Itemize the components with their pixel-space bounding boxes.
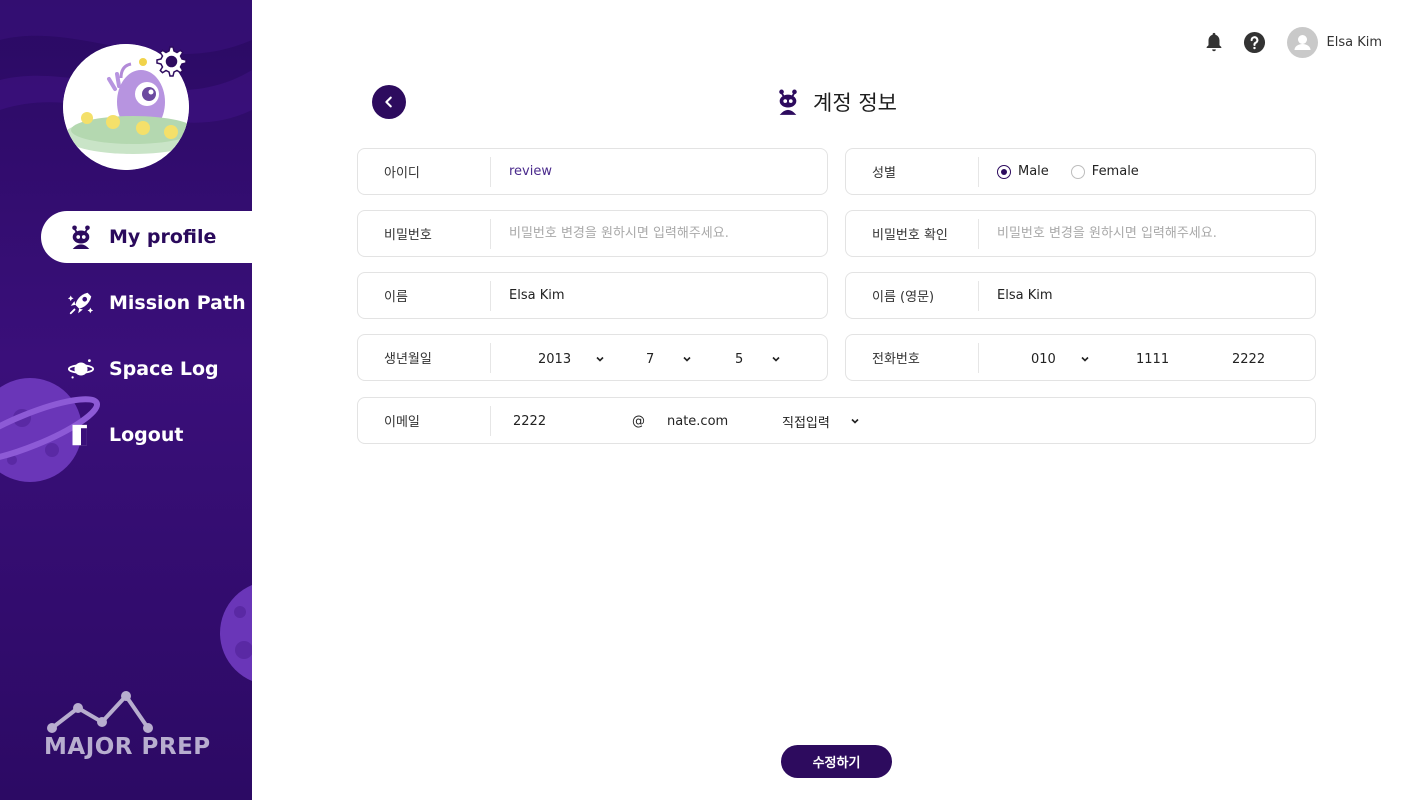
birth-day-select[interactable]: 5 bbox=[735, 349, 781, 369]
sidebar: My profile Mission Path Space Log Logout… bbox=[0, 0, 252, 800]
email-local-input[interactable]: 2222 bbox=[513, 411, 546, 431]
field-label: 비밀번호 bbox=[358, 218, 491, 249]
page-header: 계정 정보 bbox=[776, 86, 897, 118]
gear-icon[interactable] bbox=[152, 43, 188, 79]
select-value: 7 bbox=[646, 351, 655, 367]
sidebar-item-logout[interactable]: Logout bbox=[66, 415, 183, 455]
sidebar-item-space-log[interactable]: Space Log bbox=[66, 349, 219, 389]
id-field: 아이디 review bbox=[357, 148, 828, 195]
field-label: 생년월일 bbox=[358, 342, 491, 373]
brand-logo: MAJOR PREP bbox=[44, 690, 224, 760]
password-confirm-field: 비밀번호 확인 bbox=[845, 210, 1316, 257]
phone-prefix-select[interactable]: 010 bbox=[1031, 349, 1090, 369]
name-en-input[interactable] bbox=[997, 273, 1315, 318]
chevron-down-icon bbox=[1081, 356, 1089, 362]
field-label: 아이디 bbox=[358, 156, 491, 187]
alien-icon bbox=[66, 222, 96, 252]
id-value: review bbox=[509, 164, 552, 179]
bell-icon[interactable] bbox=[1202, 30, 1226, 54]
sidebar-item-label: Space Log bbox=[109, 358, 219, 380]
field-label: 이메일 bbox=[358, 405, 491, 436]
select-value: 2013 bbox=[538, 351, 572, 367]
radio-dot bbox=[1070, 164, 1085, 179]
phone-last-input[interactable]: 2222 bbox=[1232, 349, 1265, 369]
help-icon[interactable] bbox=[1243, 30, 1267, 54]
phone-middle-input[interactable]: 1111 bbox=[1136, 349, 1169, 369]
email-domain-input[interactable]: nate.com bbox=[667, 411, 728, 431]
submit-button[interactable]: 수정하기 bbox=[781, 745, 892, 778]
gender-radio-female[interactable]: Female bbox=[1070, 164, 1139, 179]
sidebar-item-label: My profile bbox=[109, 226, 217, 248]
chevron-left-icon bbox=[385, 96, 392, 108]
email-domain-select[interactable]: 직접입력 bbox=[782, 411, 860, 431]
door-icon bbox=[66, 420, 96, 450]
select-value: 직접입력 bbox=[782, 415, 830, 431]
planet-icon bbox=[66, 354, 96, 384]
sidebar-item-my-profile[interactable]: My profile bbox=[66, 217, 216, 257]
chevron-down-icon bbox=[851, 418, 859, 424]
user-name[interactable]: Elsa Kim bbox=[1327, 35, 1383, 50]
radio-label: Female bbox=[1091, 164, 1139, 179]
brand-name: MAJOR PREP bbox=[44, 734, 211, 760]
back-button[interactable] bbox=[372, 85, 406, 119]
avatar[interactable] bbox=[1286, 26, 1318, 58]
header-toolbar: Elsa Kim bbox=[1202, 26, 1383, 58]
birth-year-select[interactable]: 2013 bbox=[538, 349, 605, 369]
select-value: 010 bbox=[1031, 351, 1056, 367]
chevron-down-icon bbox=[772, 356, 780, 362]
field-label: 전화번호 bbox=[846, 342, 979, 373]
password-confirm-input[interactable] bbox=[997, 211, 1315, 256]
sidebar-item-mission-path[interactable]: Mission Path bbox=[66, 283, 246, 323]
gender-radio-group: Male Female bbox=[979, 149, 1315, 194]
password-input[interactable] bbox=[509, 211, 827, 256]
sidebar-item-label: Mission Path bbox=[109, 292, 246, 314]
chevron-down-icon bbox=[683, 356, 691, 362]
field-label: 비밀번호 확인 bbox=[846, 218, 979, 249]
field-label: 이름 (영문) bbox=[846, 280, 979, 311]
select-value: 5 bbox=[735, 351, 744, 367]
birth-month-select[interactable]: 7 bbox=[646, 349, 692, 369]
name-en-field: 이름 (영문) bbox=[845, 272, 1316, 319]
name-input[interactable] bbox=[509, 273, 827, 318]
field-label: 성별 bbox=[846, 156, 979, 187]
name-field: 이름 bbox=[357, 272, 828, 319]
password-field: 비밀번호 bbox=[357, 210, 828, 257]
page-title: 계정 정보 bbox=[813, 91, 897, 115]
field-label: 이름 bbox=[358, 280, 491, 311]
sidebar-item-label: Logout bbox=[109, 424, 184, 446]
gender-field: 성별 Male Female bbox=[845, 148, 1316, 195]
chevron-down-icon bbox=[596, 356, 604, 362]
alien-icon bbox=[779, 89, 797, 115]
radio-dot bbox=[997, 164, 1011, 179]
rocket-icon bbox=[66, 288, 96, 318]
email-at-sign: @ bbox=[632, 413, 645, 429]
radio-label: Male bbox=[1018, 164, 1049, 179]
gender-radio-male[interactable]: Male bbox=[997, 164, 1049, 179]
brand-chart-icon bbox=[47, 691, 153, 733]
